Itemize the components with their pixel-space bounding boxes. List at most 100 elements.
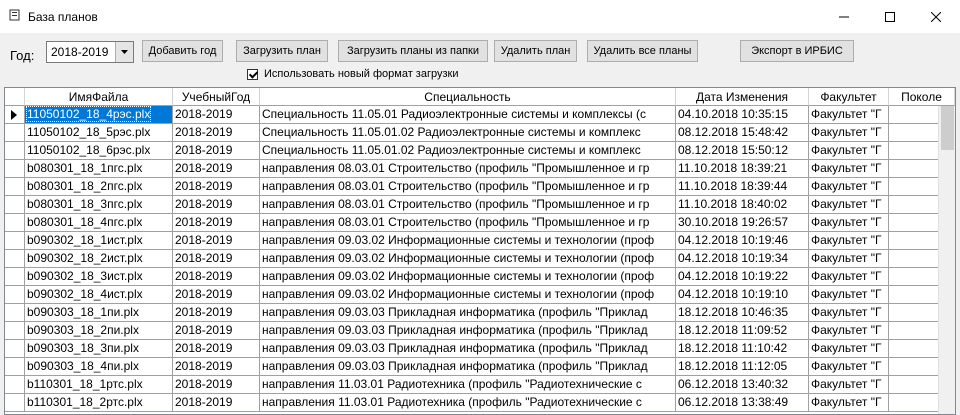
- row-header[interactable]: [5, 106, 25, 124]
- table-cell[interactable]: 2018-2019: [173, 232, 260, 250]
- row-header[interactable]: [5, 322, 25, 340]
- new-format-option[interactable]: Использовать новый формат загрузки: [247, 68, 458, 80]
- column-header[interactable]: Факультет: [809, 88, 889, 106]
- table-cell[interactable]: направления 08.03.01 Строительство (проф…: [260, 214, 676, 232]
- row-header[interactable]: [5, 358, 25, 376]
- table-cell[interactable]: b090303_18_4пи.plx: [25, 358, 173, 376]
- table-cell[interactable]: Факультет "Г: [809, 232, 889, 250]
- table-cell[interactable]: 2018-2019: [173, 376, 260, 394]
- load-plan-button[interactable]: Загрузить план: [236, 40, 328, 62]
- table-cell[interactable]: Факультет "Г: [809, 124, 889, 142]
- minimize-button[interactable]: [821, 0, 867, 33]
- table-cell[interactable]: 11050102_18_6рэс.plx: [25, 142, 173, 160]
- table-row[interactable]: b090303_18_3пи.plx 2018-2019 направления 0…: [5, 340, 955, 358]
- table-cell[interactable]: 30.10.2018 19:26:57: [676, 214, 809, 232]
- table-cell[interactable]: направления 09.03.03 Прикладная информат…: [260, 340, 676, 358]
- table-cell[interactable]: Факультет "Г: [809, 250, 889, 268]
- table-cell[interactable]: 04.10.2018 10:35:15: [676, 106, 809, 124]
- row-header[interactable]: [5, 124, 25, 142]
- table-cell[interactable]: 2018-2019: [173, 142, 260, 160]
- table-cell[interactable]: Факультет "Г: [809, 142, 889, 160]
- table-cell[interactable]: b090302_18_4ист.plx: [25, 286, 173, 304]
- table-cell[interactable]: 11.10.2018 18:39:21: [676, 160, 809, 178]
- row-header[interactable]: [5, 394, 25, 412]
- vertical-scrollbar[interactable]: [938, 106, 955, 414]
- table-cell[interactable]: направления 11.03.01 Радиотехника (профи…: [260, 394, 676, 412]
- table-row[interactable]: 11050102_18_5рэс.plx 2018-2019 Специальнос…: [5, 124, 955, 142]
- table-cell[interactable]: Факультет "Г: [809, 178, 889, 196]
- table-row[interactable]: b090303_18_2пи.plx 2018-2019 направления 0…: [5, 322, 955, 340]
- export-irbis-button[interactable]: Экспорт в ИРБИС: [740, 40, 854, 62]
- table-cell[interactable]: направления 09.03.02 Информационные сист…: [260, 268, 676, 286]
- row-header[interactable]: [5, 304, 25, 322]
- column-header[interactable]: Дата Изменения: [676, 88, 809, 106]
- table-cell[interactable]: b080301_18_4пгс.plx: [25, 214, 173, 232]
- table-cell[interactable]: направления 09.03.03 Прикладная информат…: [260, 358, 676, 376]
- row-header[interactable]: [5, 340, 25, 358]
- table-row[interactable]: b090302_18_3ист.plx 2018-2019 направления …: [5, 268, 955, 286]
- table-cell[interactable]: 11050102_18_4рэс.plx: [25, 106, 173, 124]
- table-cell[interactable]: b090303_18_1пи.plx: [25, 304, 173, 322]
- table-cell[interactable]: 2018-2019: [173, 214, 260, 232]
- table-row[interactable]: b110301_18_1ртс.plx 2018-2019 направления …: [5, 376, 955, 394]
- table-cell[interactable]: направления 09.03.02 Информационные сист…: [260, 250, 676, 268]
- table-row[interactable]: b080301_18_4пгс.plx 2018-2019 направления …: [5, 214, 955, 232]
- row-header[interactable]: [5, 268, 25, 286]
- scroll-thumb[interactable]: [941, 106, 954, 150]
- table-row[interactable]: b080301_18_1пгс.plx 2018-2019 направления …: [5, 160, 955, 178]
- table-cell[interactable]: направления 11.03.01 Радиотехника (профи…: [260, 376, 676, 394]
- table-cell[interactable]: 2018-2019: [173, 268, 260, 286]
- table-row[interactable]: 11050102_18_6рэс.plx 2018-2019 Специальнос…: [5, 142, 955, 160]
- column-header[interactable]: УчебныйГод: [173, 88, 260, 106]
- row-header[interactable]: [5, 214, 25, 232]
- row-header[interactable]: [5, 286, 25, 304]
- table-cell[interactable]: Факультет "Г: [809, 358, 889, 376]
- table-cell[interactable]: b080301_18_1пгс.plx: [25, 160, 173, 178]
- table-cell[interactable]: 04.12.2018 10:19:10: [676, 286, 809, 304]
- table-cell[interactable]: направления 08.03.01 Строительство (проф…: [260, 178, 676, 196]
- row-header[interactable]: [5, 160, 25, 178]
- table-cell[interactable]: b090302_18_2ист.plx: [25, 250, 173, 268]
- table-row[interactable]: 11050102_18_4рэс.plx 2018-2019 Специальнос…: [5, 106, 955, 124]
- table-cell[interactable]: 2018-2019: [173, 160, 260, 178]
- row-header[interactable]: [5, 250, 25, 268]
- new-format-checkbox[interactable]: [247, 68, 258, 80]
- table-cell[interactable]: Факультет "Г: [809, 214, 889, 232]
- table-row[interactable]: b090303_18_1пи.plx 2018-2019 направления 0…: [5, 304, 955, 322]
- table-cell[interactable]: b090302_18_3ист.plx: [25, 268, 173, 286]
- row-header[interactable]: [5, 178, 25, 196]
- table-cell[interactable]: 18.12.2018 10:46:35: [676, 304, 809, 322]
- table-cell[interactable]: b080301_18_3пгс.plx: [25, 196, 173, 214]
- table-cell[interactable]: Факультет "Г: [809, 322, 889, 340]
- row-header[interactable]: [5, 142, 25, 160]
- table-cell[interactable]: направления 09.03.02 Информационные сист…: [260, 232, 676, 250]
- table-cell[interactable]: 11050102_18_5рэс.plx: [25, 124, 173, 142]
- table-cell[interactable]: 18.12.2018 11:10:42: [676, 340, 809, 358]
- table-cell[interactable]: направления 08.03.01 Строительство (проф…: [260, 160, 676, 178]
- table-cell[interactable]: 2018-2019: [173, 124, 260, 142]
- table-cell[interactable]: Факультет "Г: [809, 376, 889, 394]
- table-cell[interactable]: b090303_18_2пи.plx: [25, 322, 173, 340]
- plans-grid[interactable]: ИмяФайла УчебныйГод Специальность Дата Изме…: [4, 87, 956, 415]
- table-cell[interactable]: 2018-2019: [173, 304, 260, 322]
- table-cell[interactable]: 2018-2019: [173, 358, 260, 376]
- close-button[interactable]: [913, 0, 959, 33]
- table-cell[interactable]: направления 09.03.02 Информационные сист…: [260, 286, 676, 304]
- table-cell[interactable]: b110301_18_2ртс.plx: [25, 394, 173, 412]
- table-row[interactable]: b110301_18_2ртс.plx 2018-2019 направления …: [5, 394, 955, 412]
- table-cell[interactable]: Факультет "Г: [809, 394, 889, 412]
- table-cell[interactable]: Факультет "Г: [809, 196, 889, 214]
- table-cell[interactable]: Специальность 11.05.01.02 Радиоэлектронн…: [260, 124, 676, 142]
- year-dropdown-button[interactable]: [115, 42, 133, 62]
- table-cell[interactable]: 2018-2019: [173, 322, 260, 340]
- add-year-button[interactable]: Добавить год: [142, 40, 223, 62]
- table-cell[interactable]: направления 09.03.03 Прикладная информат…: [260, 304, 676, 322]
- column-header[interactable]: ИмяФайла: [25, 88, 173, 106]
- table-row[interactable]: b090302_18_2ист.plx 2018-2019 направления …: [5, 250, 955, 268]
- year-select[interactable]: 2018-2019: [46, 41, 134, 63]
- table-cell[interactable]: 08.12.2018 15:50:12: [676, 142, 809, 160]
- table-cell[interactable]: 2018-2019: [173, 286, 260, 304]
- table-cell[interactable]: Факультет "Г: [809, 106, 889, 124]
- table-cell[interactable]: 2018-2019: [173, 106, 260, 124]
- row-header[interactable]: [5, 196, 25, 214]
